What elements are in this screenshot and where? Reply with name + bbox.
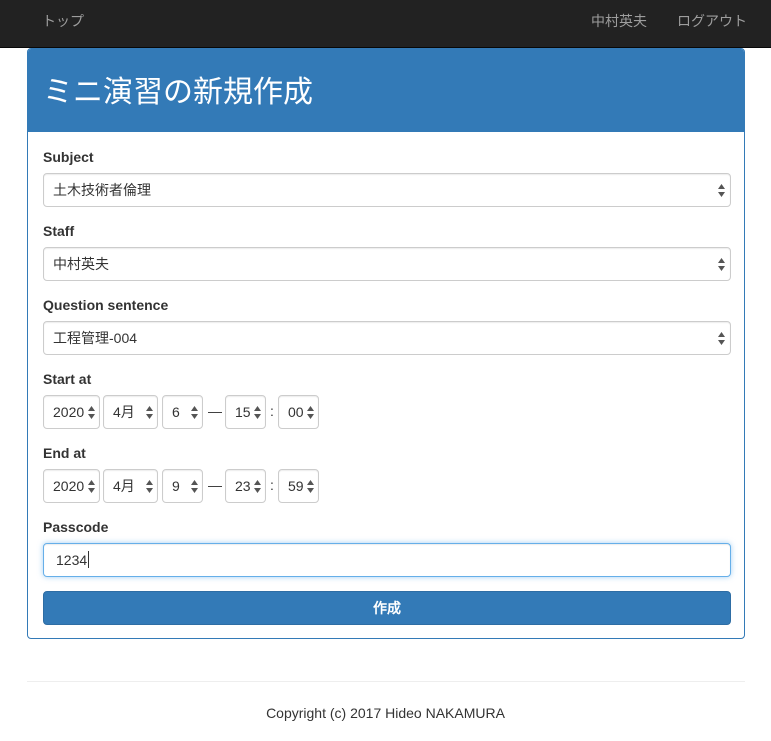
nav-logout-link[interactable]: ログアウト [677,0,747,47]
end-minute-select[interactable]: 59 [278,469,319,503]
nav-home-link[interactable]: トップ [42,0,84,47]
start-day-select[interactable]: 6 [162,395,203,429]
staff-label: Staff [43,223,75,239]
top-navbar: トップ 中村英夫 ログアウト [0,0,771,48]
start-year-value: 2020 [53,404,85,420]
select-arrows-icon [307,406,314,419]
end-day-value: 9 [172,478,180,494]
select-arrows-icon [307,480,314,493]
end-date-time-separator: — [208,477,222,493]
select-arrows-icon [191,480,198,493]
passcode-input[interactable]: 1234 [43,543,731,577]
subject-select-value: 土木技術者倫理 [53,182,151,198]
create-button[interactable]: 作成 [43,591,731,625]
start-year-select[interactable]: 2020 [43,395,100,429]
staff-select-value: 中村英夫 [53,256,109,272]
end-at-label: End at [43,445,86,461]
end-month-value: 4月 [113,478,135,494]
page-title: ミニ演習の新規作成 [43,76,313,109]
select-arrows-icon [88,480,95,493]
start-day-value: 6 [172,404,180,420]
select-arrows-icon [88,406,95,419]
question-label: Question sentence [43,297,169,313]
start-time-colon: : [270,403,274,419]
select-arrows-icon [718,184,725,197]
end-hour-select[interactable]: 23 [225,469,266,503]
end-day-select[interactable]: 9 [162,469,203,503]
passcode-input-value: 1234 [56,552,88,568]
nav-user-link[interactable]: 中村英夫 [591,0,647,47]
end-minute-value: 59 [288,478,304,494]
start-hour-value: 15 [235,404,251,420]
subject-label: Subject [43,149,94,165]
passcode-label: Passcode [43,519,109,535]
start-hour-select[interactable]: 15 [225,395,266,429]
new-exercise-panel: ミニ演習の新規作成 Subject 土木技術者倫理 Staff 中村英夫 Que… [27,48,745,639]
footer-divider [27,681,745,682]
question-select[interactable]: 工程管理-004 [43,321,731,355]
start-month-select[interactable]: 4月 [103,395,158,429]
end-year-value: 2020 [53,478,85,494]
subject-select[interactable]: 土木技術者倫理 [43,173,731,207]
select-arrows-icon [254,480,261,493]
start-at-label: Start at [43,371,92,387]
staff-select[interactable]: 中村英夫 [43,247,731,281]
select-arrows-icon [718,332,725,345]
start-date-time-separator: — [208,403,222,419]
end-time-colon: : [270,477,274,493]
end-hour-value: 23 [235,478,251,494]
select-arrows-icon [191,406,198,419]
panel-heading: ミニ演習の新規作成 [28,49,744,132]
end-month-select[interactable]: 4月 [103,469,158,503]
end-year-select[interactable]: 2020 [43,469,100,503]
select-arrows-icon [254,406,261,419]
select-arrows-icon [146,406,153,419]
text-cursor [88,551,90,568]
start-month-value: 4月 [113,404,135,420]
select-arrows-icon [718,258,725,271]
select-arrows-icon [146,480,153,493]
start-minute-value: 00 [288,404,304,420]
footer-copyright: Copyright (c) 2017 Hideo NAKAMURA [266,705,505,721]
start-minute-select[interactable]: 00 [278,395,319,429]
question-select-value: 工程管理-004 [53,330,138,346]
